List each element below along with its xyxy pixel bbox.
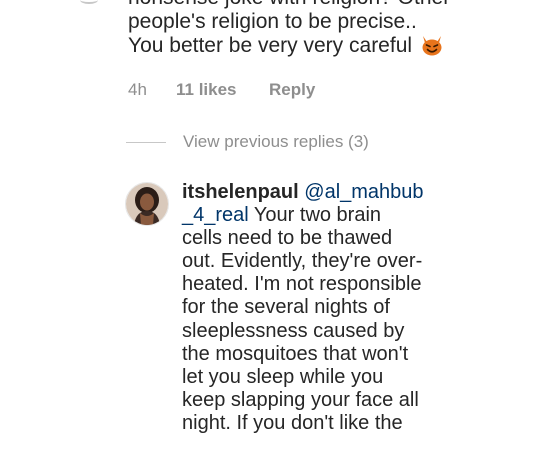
- reply-body-line-4: heated. I'm not responsible: [182, 273, 422, 296]
- previous-avatar-edge: [80, 0, 98, 4]
- view-previous-replies-label: View previous replies (3): [183, 132, 369, 151]
- previous-comment-line-2: people's religion to be precise..: [128, 10, 417, 33]
- view-previous-replies-button[interactable]: View previous replies (3): [126, 132, 369, 152]
- reply-body-line-2: cells need to be thawed: [182, 227, 393, 250]
- reply-body-line-1: Your two brain: [248, 204, 382, 227]
- avatar[interactable]: [125, 182, 169, 226]
- comment-timestamp: 4h: [128, 80, 147, 99]
- reply-body-line-8: let you sleep while you: [182, 365, 384, 388]
- reply-body-line-3: out. Evidently, they're over-: [182, 250, 423, 273]
- reply-comment: itshelenpaul @al_mahbub _4_real Your two…: [182, 181, 482, 435]
- reply-body-line-10: night. If you don't like the: [182, 411, 403, 434]
- reply-button[interactable]: Reply: [269, 80, 315, 100]
- reply-body-line-5: for the several nights of: [182, 296, 390, 319]
- previous-comment-text: nonsense joke with religion? Other peopl…: [128, 0, 538, 58]
- replies-divider-line: [126, 141, 166, 143]
- reply-username-link[interactable]: itshelenpaul: [182, 181, 299, 203]
- reply-body-line-9: keep slapping your face all: [182, 388, 419, 411]
- mention-link-part-1[interactable]: @al_mahbub: [304, 181, 423, 203]
- previous-comment-line-3: You better be very very careful: [128, 34, 413, 57]
- reply-body-line-6: sleeplessness caused by: [182, 319, 405, 342]
- previous-comment-meta: 4h 11 likes Reply: [128, 80, 315, 100]
- mention-link-part-2[interactable]: _4_real: [182, 204, 249, 226]
- reply-body-line-7: the mosquitoes that won't: [182, 342, 409, 365]
- previous-comment: nonsense joke with religion? Other peopl…: [128, 0, 538, 58]
- likes-count-link[interactable]: 11 likes: [176, 80, 269, 100]
- previous-comment-line-1: nonsense joke with religion? Other: [128, 0, 450, 9]
- smiling-devil-emoji-icon: [420, 34, 444, 56]
